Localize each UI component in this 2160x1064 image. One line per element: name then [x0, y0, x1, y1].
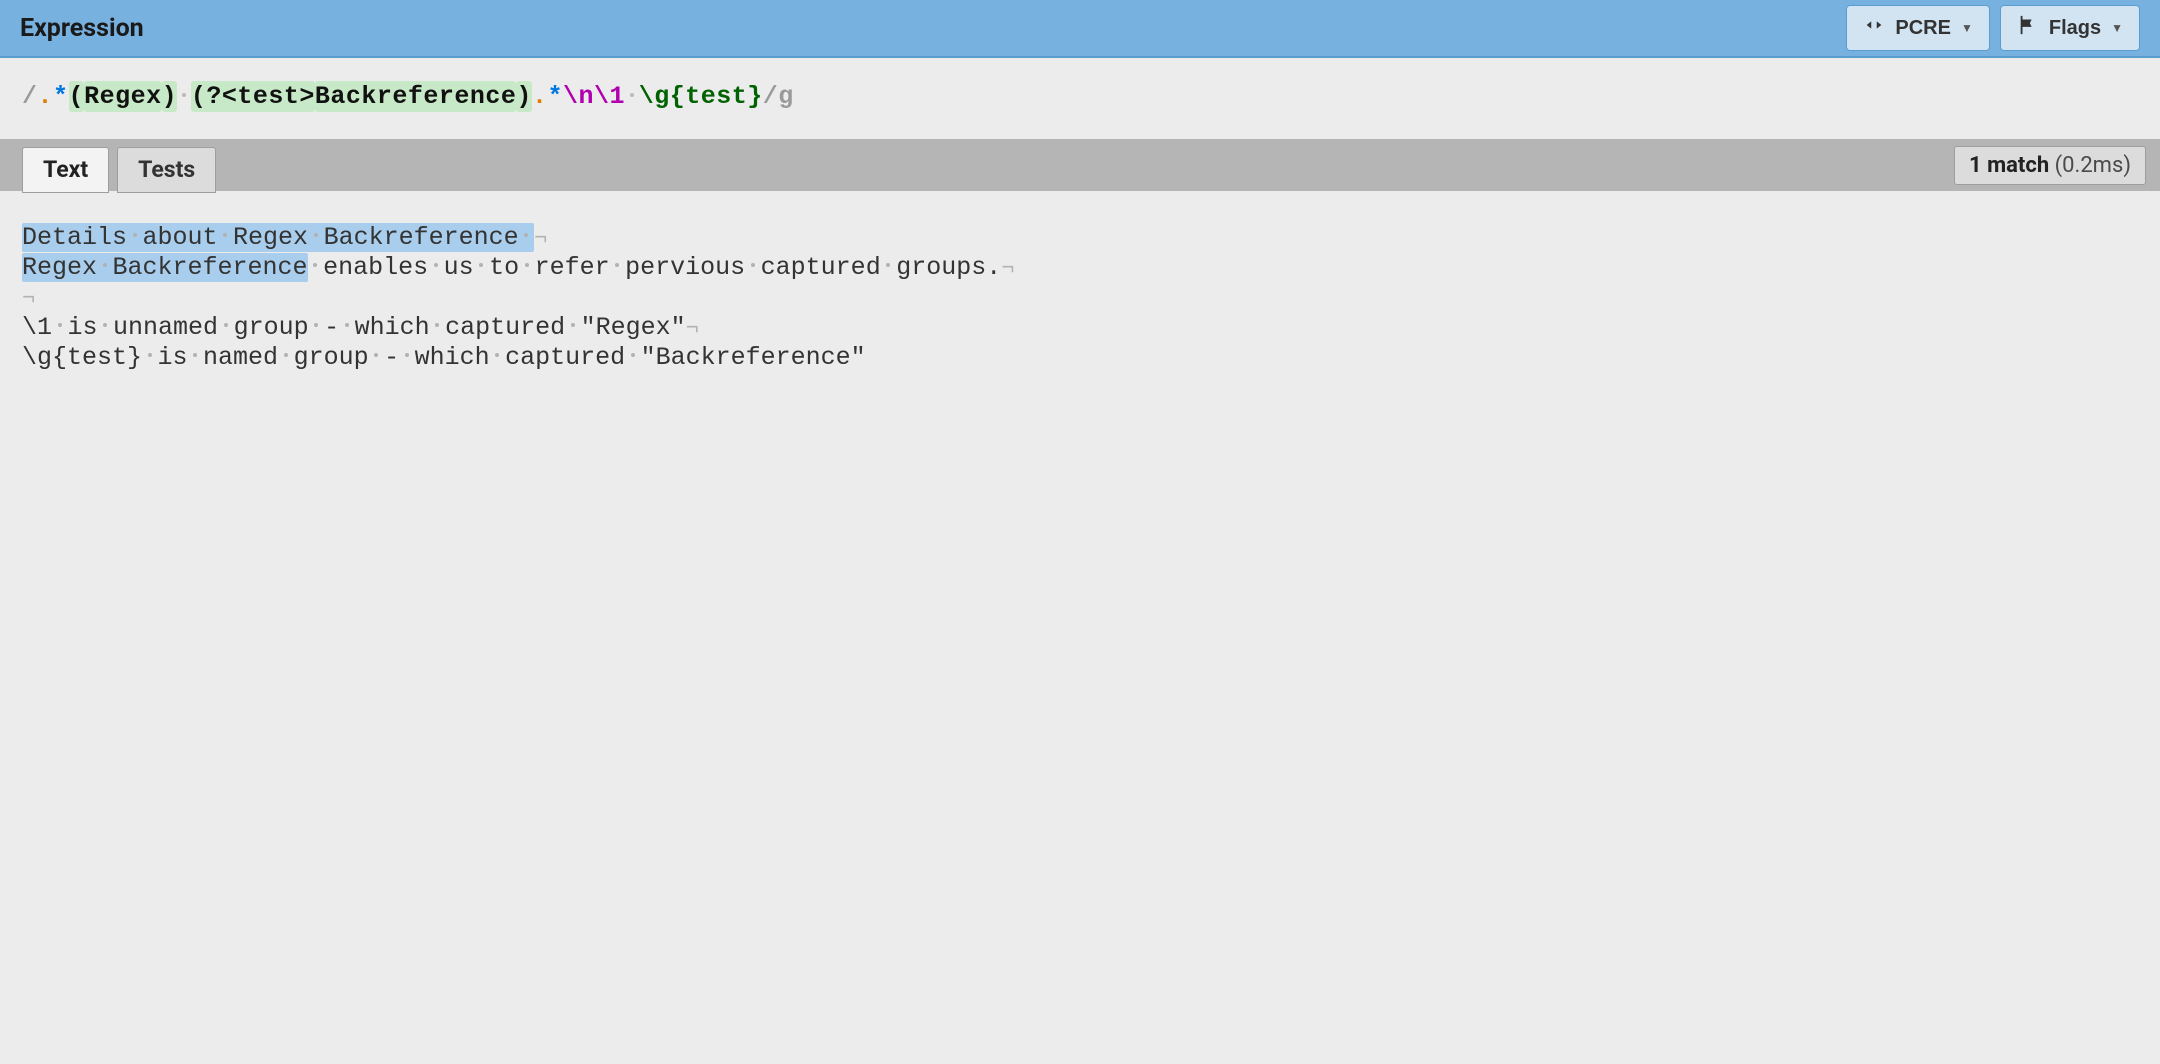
text-line: DetailsaboutRegexBackreference¬ [22, 223, 2138, 253]
match-status: 1 match (0.2ms) [1954, 146, 2146, 185]
header-title: Expression [20, 14, 144, 43]
tabs-group: Text Tests [22, 142, 216, 188]
regex-named-group-literal: Backreference [315, 81, 517, 112]
flag-icon [2017, 14, 2039, 42]
text-line: \1isunnamedgroup-whichcaptured"Regex"¬ [22, 313, 2138, 343]
regex-token-dot: . [532, 82, 548, 111]
match-highlight: DetailsaboutRegexBackreference [22, 223, 534, 252]
match-count: 1 match [1969, 153, 2049, 178]
newline-marker: ¬ [686, 316, 699, 341]
expression-header: Expression PCRE ▼ Flags ▼ [0, 0, 2160, 58]
regex-group-close: ) [162, 81, 178, 112]
header-buttons: PCRE ▼ Flags ▼ [1846, 5, 2140, 51]
regex-delimiter-close: / [763, 82, 779, 111]
regex-named-group-open: (?<test> [191, 81, 315, 112]
tabs-bar: Text Tests 1 match (0.2ms) [0, 139, 2160, 191]
regex-backreference-numeric: \1 [594, 82, 625, 111]
newline-marker: ¬ [534, 226, 547, 251]
tab-text[interactable]: Text [22, 147, 109, 193]
text-line-empty: ¬ [22, 283, 2138, 313]
engine-label: PCRE [1895, 17, 1951, 40]
regex-backreference-named: \g{test} [639, 82, 763, 111]
regex-token-dot: . [38, 82, 54, 111]
regex-group-open: ( [69, 81, 85, 112]
chevron-down-icon: ▼ [2111, 21, 2123, 35]
flags-selector-button[interactable]: Flags ▼ [2000, 5, 2140, 51]
newline-marker: ¬ [22, 286, 35, 311]
regex-token-star: * [547, 82, 563, 111]
newline-marker: ¬ [1001, 256, 1014, 281]
code-icon [1863, 14, 1885, 42]
flags-label: Flags [2049, 17, 2101, 40]
regex-escape-newline: \n [563, 82, 594, 111]
regex-named-group-close: ) [516, 81, 532, 112]
regex-delimiter-open: / [22, 82, 38, 111]
engine-selector-button[interactable]: PCRE ▼ [1846, 5, 1989, 51]
text-line: RegexBackreferenceenablesustoreferpervio… [22, 253, 2138, 283]
regex-flags: g [778, 82, 794, 111]
expression-input[interactable]: /.*(Regex)(?<test>Backreference).*\n\1\g… [0, 58, 2160, 139]
test-text-area[interactable]: DetailsaboutRegexBackreference¬ RegexBac… [0, 191, 2160, 405]
match-highlight: RegexBackreference [22, 253, 308, 282]
tab-tests[interactable]: Tests [117, 147, 216, 193]
regex-group-literal: Regex [84, 81, 162, 112]
match-timing: (0.2ms) [2055, 153, 2131, 178]
regex-token-star: * [53, 82, 69, 111]
text-line: \g{test}isnamedgroup-whichcaptured"Backr… [22, 343, 2138, 373]
chevron-down-icon: ▼ [1961, 21, 1973, 35]
